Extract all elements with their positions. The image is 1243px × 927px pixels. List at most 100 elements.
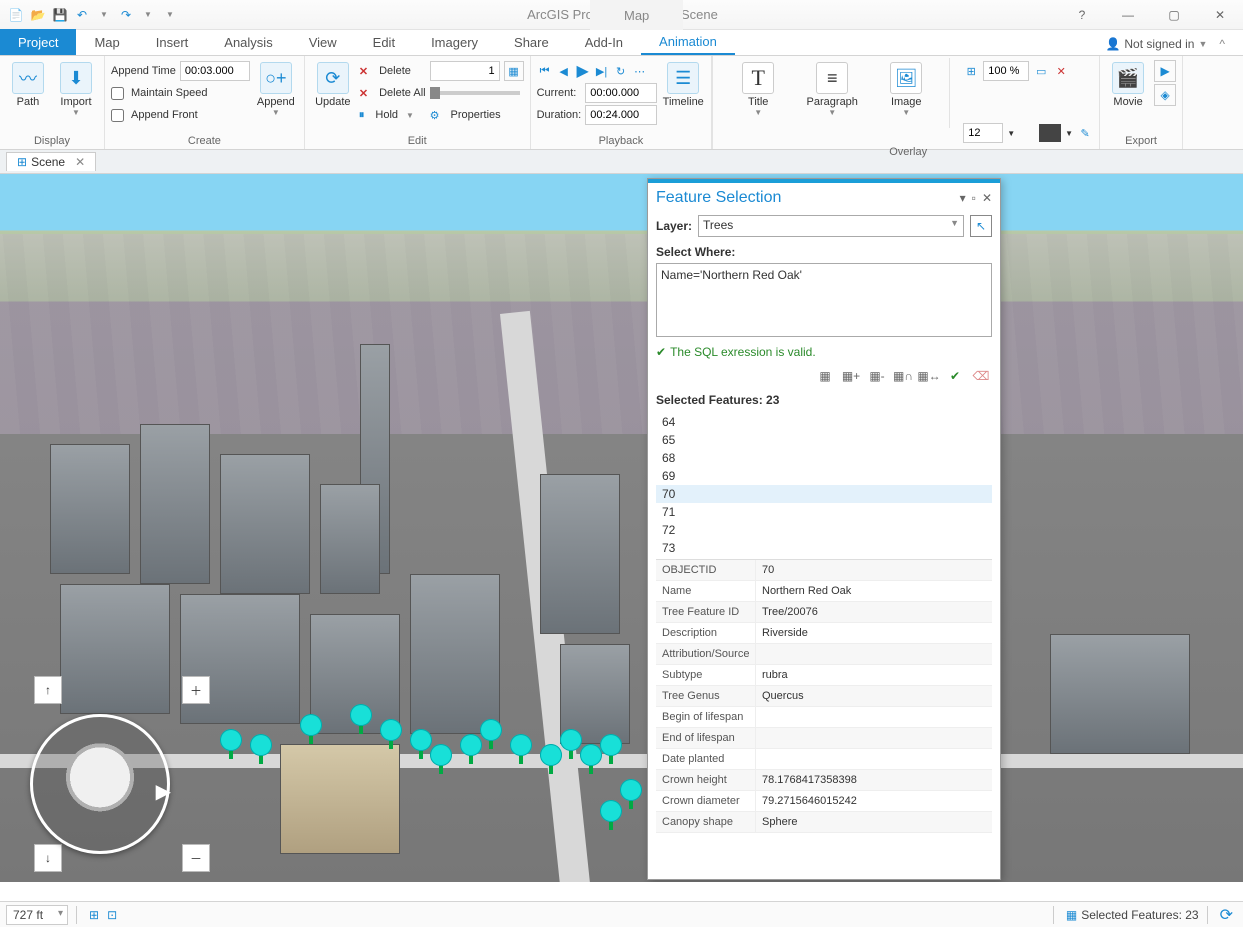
path-button[interactable]: 〰Path: [6, 58, 50, 108]
timeline-button[interactable]: ☰Timeline: [661, 58, 705, 108]
overlay-title-button[interactable]: TTitle▼: [723, 58, 793, 117]
properties-button[interactable]: ⚙ Properties: [430, 104, 524, 126]
panel-float-icon[interactable]: ▫: [972, 191, 976, 205]
tab-analysis[interactable]: Analysis: [206, 29, 290, 55]
clear-icon[interactable]: ⌫: [972, 367, 990, 385]
attr-value[interactable]: Tree/20076: [756, 602, 992, 622]
feature-list-item[interactable]: 68: [656, 449, 992, 467]
select-switch-icon[interactable]: ▦↔: [920, 367, 938, 385]
tab-animation[interactable]: Animation: [641, 29, 735, 55]
where-input[interactable]: Name='Northern Red Oak': [656, 263, 992, 337]
tab-map[interactable]: Map: [76, 29, 137, 55]
nav-compass[interactable]: ▶: [30, 714, 170, 854]
overlay-group-icon[interactable]: ⊞: [963, 63, 979, 79]
attr-value[interactable]: 70: [756, 560, 992, 580]
save-icon[interactable]: 💾: [52, 7, 68, 23]
close-button[interactable]: ✕: [1197, 0, 1243, 30]
panel-options-icon[interactable]: ▾: [960, 191, 966, 205]
select-add-icon[interactable]: ▦+: [842, 367, 860, 385]
movie-button[interactable]: 🎬Movie: [1106, 58, 1150, 108]
minimize-button[interactable]: —: [1105, 0, 1151, 30]
append-time-input[interactable]: [180, 61, 250, 81]
color-swatch[interactable]: [1039, 124, 1061, 142]
duration-input[interactable]: [585, 105, 657, 125]
help-button[interactable]: ?: [1059, 0, 1105, 30]
attr-value[interactable]: [756, 749, 992, 769]
feature-list-item[interactable]: 69: [656, 467, 992, 485]
panel-close-icon[interactable]: ✕: [982, 191, 992, 205]
select-subset-icon[interactable]: ▦∩: [894, 367, 912, 385]
feature-list[interactable]: 6465686970717273: [656, 413, 992, 555]
redo-dropdown-icon[interactable]: ▼: [140, 7, 156, 23]
snapping-icon[interactable]: ⊞: [89, 908, 99, 922]
overlay-remove-icon[interactable]: ▭: [1033, 63, 1049, 79]
feature-list-item[interactable]: 65: [656, 431, 992, 449]
export-preset1-icon[interactable]: ▶: [1154, 60, 1176, 82]
settings-icon[interactable]: ⋯: [632, 63, 648, 79]
nav-north-button[interactable]: ↑: [34, 676, 62, 704]
export-preset2-icon[interactable]: ◈: [1154, 84, 1176, 106]
tab-view[interactable]: View: [291, 29, 355, 55]
attr-value[interactable]: [756, 644, 992, 664]
feature-list-item[interactable]: 64: [656, 413, 992, 431]
open-project-icon[interactable]: 📂: [30, 7, 46, 23]
scale-selector[interactable]: 727 ft: [6, 905, 68, 925]
zoom-in-button[interactable]: ＋: [182, 676, 210, 704]
feature-list-item[interactable]: 73: [656, 539, 992, 555]
selection-icon[interactable]: ▦: [1066, 908, 1077, 922]
maintain-speed-checkbox[interactable]: [111, 87, 124, 100]
current-time-input[interactable]: [585, 83, 657, 103]
attr-value[interactable]: 78.1768417358398: [756, 770, 992, 790]
signin-status[interactable]: 👤 Not signed in ▼ ^: [1087, 33, 1243, 55]
attr-value[interactable]: Sphere: [756, 812, 992, 832]
feature-list-item[interactable]: 71: [656, 503, 992, 521]
feature-list-item[interactable]: 72: [656, 521, 992, 539]
layer-picker-icon[interactable]: ↖: [970, 215, 992, 237]
overlay-delete-icon[interactable]: ✕: [1053, 63, 1069, 79]
zoom-out-button[interactable]: －: [182, 844, 210, 872]
scene-view[interactable]: ↑ ↓ ＋ － ▶ Feature Selection ▾ ▫ ✕ Layer:…: [0, 174, 1243, 882]
layer-select[interactable]: Trees▼: [698, 215, 964, 237]
overlay-paragraph-button[interactable]: ≡Paragraph▼: [797, 58, 867, 117]
play-icon[interactable]: ▶: [575, 63, 591, 79]
tab-imagery[interactable]: Imagery: [413, 29, 496, 55]
scene-tab[interactable]: ⊞ Scene ✕: [6, 152, 96, 171]
next-frame-icon[interactable]: ▶|: [594, 63, 610, 79]
frame-input[interactable]: [430, 61, 500, 81]
overlay-zoom-input[interactable]: [983, 61, 1029, 81]
attr-value[interactable]: Northern Red Oak: [756, 581, 992, 601]
feature-list-item[interactable]: 70: [656, 485, 992, 503]
font-size-input[interactable]: [963, 123, 1003, 143]
tab-edit[interactable]: Edit: [355, 29, 413, 55]
select-new-icon[interactable]: ▦: [816, 367, 834, 385]
append-front-checkbox[interactable]: [111, 109, 124, 122]
select-remove-icon[interactable]: ▦-: [868, 367, 886, 385]
update-button[interactable]: ⟳Update: [311, 58, 355, 108]
overlay-image-button[interactable]: 🖼Image▼: [871, 58, 941, 117]
close-tab-icon[interactable]: ✕: [75, 155, 85, 169]
delete-button[interactable]: ✕ Delete: [359, 60, 426, 82]
tab-addin[interactable]: Add-In: [567, 29, 641, 55]
append-button[interactable]: ○+Append▼: [254, 58, 298, 117]
apply-icon[interactable]: ✔: [946, 367, 964, 385]
collapse-ribbon-icon[interactable]: ^: [1219, 37, 1225, 51]
maximize-button[interactable]: ▢: [1151, 0, 1197, 30]
new-project-icon[interactable]: 📄: [8, 7, 24, 23]
import-button[interactable]: ⬇Import▼: [54, 58, 98, 117]
attr-value[interactable]: [756, 728, 992, 748]
undo-icon[interactable]: ↶: [74, 7, 90, 23]
attr-value[interactable]: Riverside: [756, 623, 992, 643]
prev-frame-icon[interactable]: ◀: [556, 63, 572, 79]
frame-selector-icon[interactable]: ▦: [504, 61, 524, 81]
qat-customize-icon[interactable]: ▼: [162, 7, 178, 23]
nav-south-button[interactable]: ↓: [34, 844, 62, 872]
frame-slider[interactable]: [430, 82, 524, 104]
tab-share[interactable]: Share: [496, 29, 567, 55]
clear-format-icon[interactable]: ✎: [1077, 125, 1093, 141]
first-frame-icon[interactable]: ⏮: [537, 63, 553, 79]
attr-value[interactable]: 79.2715646015242: [756, 791, 992, 811]
file-tab[interactable]: Project: [0, 29, 76, 55]
tab-insert[interactable]: Insert: [138, 29, 207, 55]
grid-icon[interactable]: ⊡: [107, 908, 117, 922]
loop-icon[interactable]: ↻: [613, 63, 629, 79]
